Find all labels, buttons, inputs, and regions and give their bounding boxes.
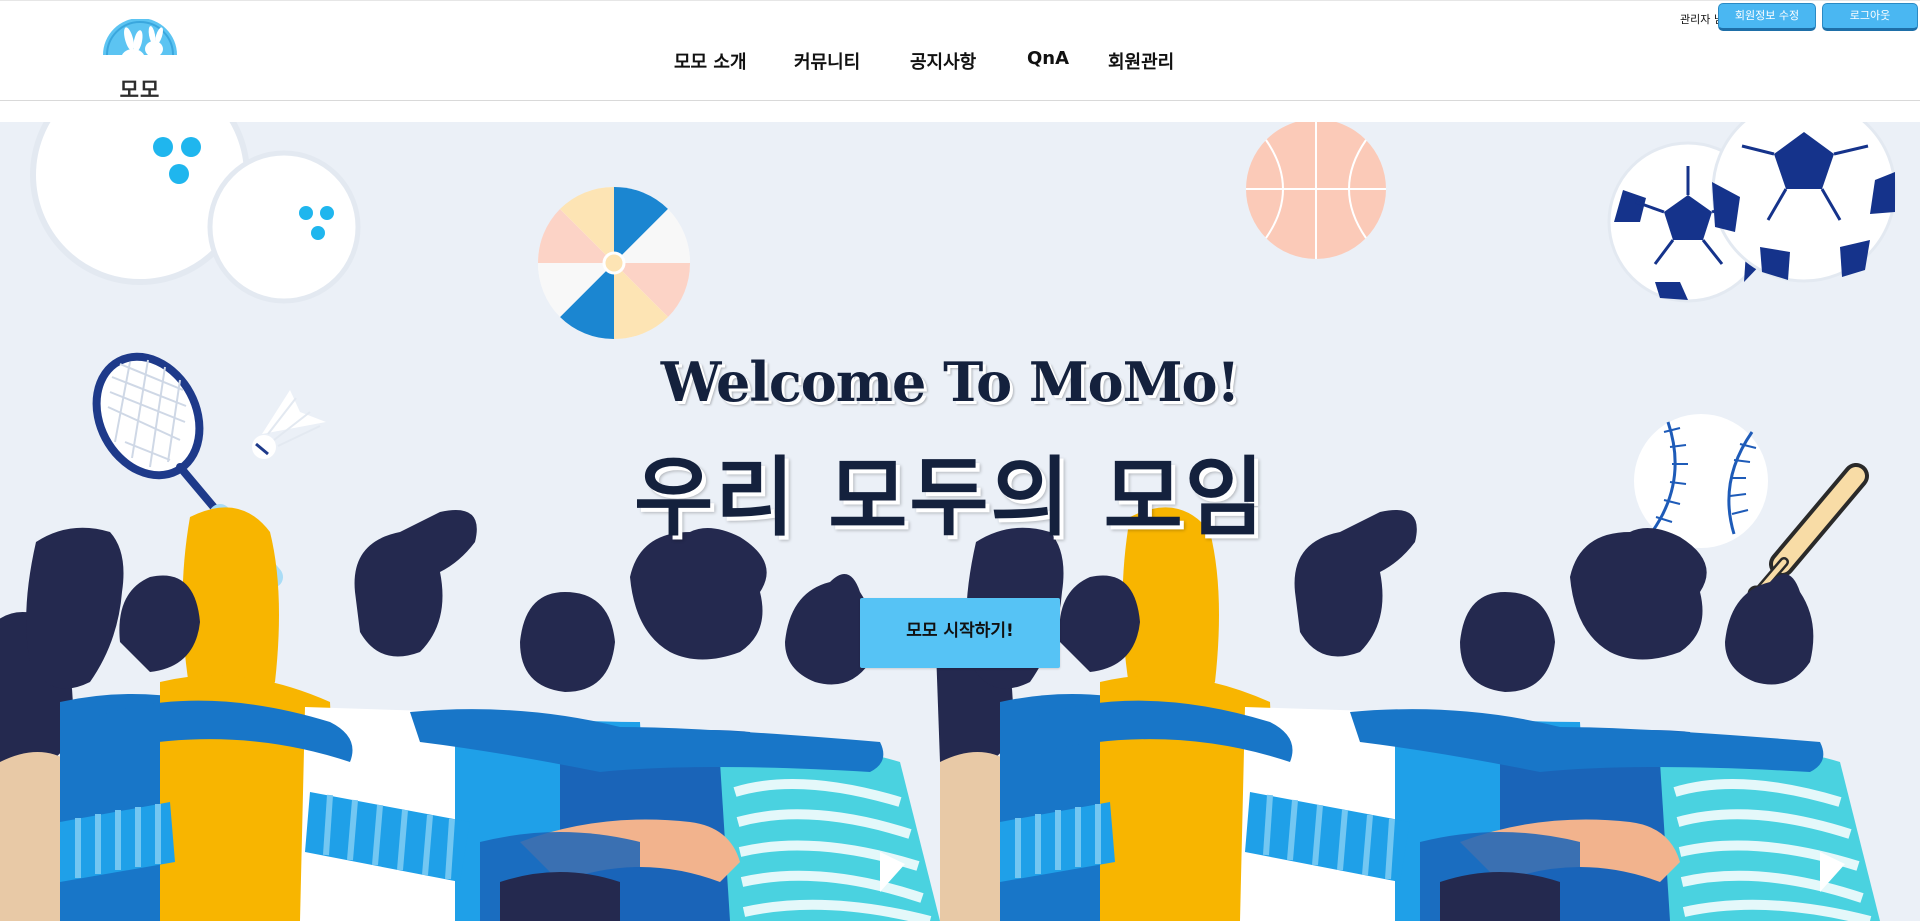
- nav-item-member-management[interactable]: 회원관리: [1108, 48, 1174, 74]
- soccer-ball-icon: [1607, 122, 1897, 303]
- hero-subtitle: 우리 모두의 모임: [634, 448, 1266, 548]
- basketball-icon: [1246, 122, 1386, 259]
- bowling-ball-icon: [30, 122, 361, 304]
- nav-item-notice[interactable]: 공지사항: [910, 48, 976, 74]
- nav-item-qna[interactable]: QnA: [1027, 48, 1069, 69]
- beach-ball-icon: [537, 186, 691, 340]
- user-area: 관리자 님 회원정보 수정 로그아웃: [1620, 2, 1920, 32]
- crowd-illustration: [0, 507, 1880, 921]
- logo-text: 모모: [119, 78, 161, 102]
- site-header: 모모 모모 소개 커뮤니티 공지사항 QnA 회원관리 관리자 님 회원정보 수…: [0, 0, 1920, 102]
- nav-item-community[interactable]: 커뮤니티: [794, 48, 860, 74]
- hero-welcome-title: Welcome To MoMo!: [660, 350, 1240, 414]
- start-momo-button[interactable]: 모모 시작하기!: [860, 598, 1060, 668]
- hero-section: Welcome To MoMo! 우리 모두의 모임 모모 시작하기!: [0, 122, 1920, 921]
- logout-button[interactable]: 로그아웃: [1822, 3, 1918, 31]
- nav-item-about[interactable]: 모모 소개: [674, 48, 747, 74]
- main-nav: 모모 소개 커뮤니티 공지사항 QnA 회원관리: [0, 48, 1920, 74]
- edit-profile-button[interactable]: 회원정보 수정: [1718, 3, 1816, 31]
